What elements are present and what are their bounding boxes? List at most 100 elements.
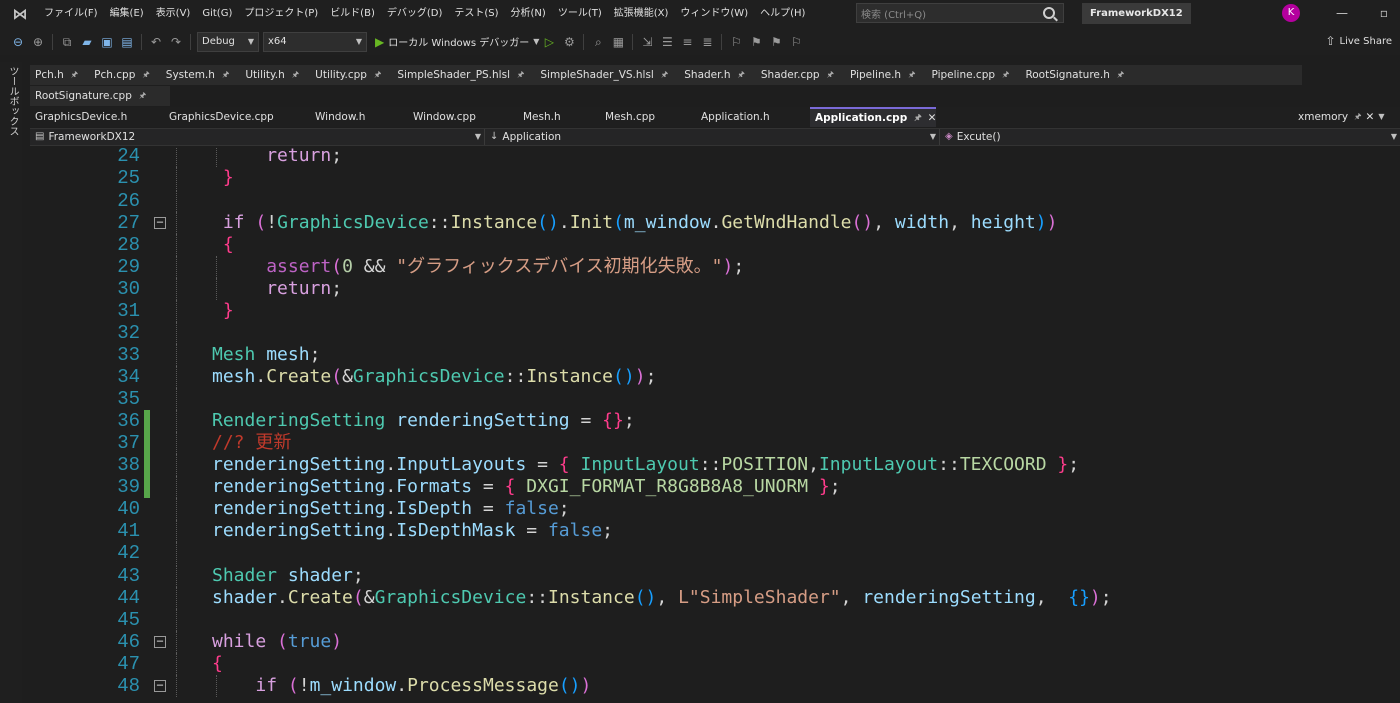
platform-select[interactable]: x64 ▼ — [263, 31, 367, 52]
collapse-icon[interactable]: − — [154, 635, 166, 648]
tab-mesh-cpp[interactable]: Mesh.cpp — [600, 107, 696, 127]
uncomment-icon[interactable]: ≣ — [699, 34, 715, 50]
tab-window-cpp[interactable]: Window.cpp — [408, 107, 518, 127]
menu-edit[interactable]: 編集(E) — [104, 0, 150, 28]
pin-icon[interactable]: 🖈 — [142, 65, 149, 85]
menu-help[interactable]: ヘルプ(H) — [754, 0, 811, 28]
visual-studio-logo-icon[interactable]: ⋈ — [8, 4, 32, 24]
chevron-down-icon[interactable]: ▼ — [1378, 107, 1384, 127]
menu-build[interactable]: ビルド(B) — [324, 0, 381, 28]
window-layout-icon[interactable]: ▦ — [610, 34, 626, 50]
pin-icon[interactable]: 🖈 — [1354, 107, 1361, 127]
pin-icon[interactable]: 🖈 — [827, 65, 834, 85]
pin-icon[interactable]: 🖈 — [517, 65, 524, 85]
indent-guide — [176, 587, 177, 609]
menu-project[interactable]: プロジェクト(P) — [238, 0, 324, 28]
tab-utility-h[interactable]: Utility.h 🖈 — [240, 65, 310, 85]
tab-label: Window.cpp — [413, 111, 476, 123]
indent-guide — [176, 234, 177, 256]
tab-pipeline-cpp[interactable]: Pipeline.cpp 🖈 — [926, 65, 1020, 85]
tab-xmemory[interactable]: xmemory 🖈 ✕ ▼ — [1294, 107, 1384, 127]
menu-tools[interactable]: ツール(T) — [552, 0, 608, 28]
pin-icon[interactable]: 🖈 — [71, 65, 78, 85]
tab-graphicsdevice-cpp[interactable]: GraphicsDevice.cpp — [164, 107, 310, 127]
tab-pch-h[interactable]: Pch.h 🖈 — [30, 65, 89, 85]
step-icon[interactable]: ⇲ — [639, 34, 655, 50]
tab-application-h[interactable]: Application.h — [696, 107, 810, 127]
menu-debug[interactable]: デバッグ(D) — [381, 0, 449, 28]
tab-simpleshader-vs[interactable]: SimpleShader_VS.hlsl 🖈 — [535, 65, 679, 85]
close-icon[interactable]: ✕ — [928, 108, 937, 128]
menu-test[interactable]: テスト(S) — [448, 0, 504, 28]
toolbar-divider — [721, 33, 723, 50]
toolbox-tab[interactable]: ツールボックス — [5, 66, 20, 136]
tab-pch-cpp[interactable]: Pch.cpp 🖈 — [89, 65, 161, 85]
collapse-icon[interactable]: − — [154, 679, 166, 692]
hot-reload-icon[interactable]: ⚙ — [561, 34, 577, 50]
tab-rootsignature-cpp[interactable]: RootSignature.cpp 🖈 — [30, 86, 157, 106]
new-item-icon[interactable]: ⧉ — [59, 34, 75, 50]
project-dropdown[interactable]: ▤ FrameworkDX12 ▼ — [30, 129, 485, 145]
search-input[interactable]: 検索 (Ctrl+Q) — [856, 3, 1064, 23]
menu-view[interactable]: 表示(V) — [150, 0, 197, 28]
pin-icon[interactable]: 🖈 — [374, 65, 381, 85]
tab-system-h[interactable]: System.h 🖈 — [161, 65, 241, 85]
pin-icon[interactable]: 🖈 — [1117, 65, 1124, 85]
menu-analyze[interactable]: 分析(N) — [505, 0, 552, 28]
configuration-select[interactable]: Debug ▼ — [197, 31, 259, 52]
member-dropdown[interactable]: ◈ Excute() ▼ — [940, 129, 1400, 145]
scope-dropdown[interactable]: ↓ Application ▼ — [485, 129, 940, 145]
tab-shader-h[interactable]: Shader.h 🖈 — [679, 65, 756, 85]
tab-pipeline-h[interactable]: Pipeline.h 🖈 — [845, 65, 927, 85]
chevron-down-icon[interactable]: ▼ — [533, 37, 539, 46]
menu-git[interactable]: Git(G) — [196, 0, 238, 28]
tab-rootsignature-h[interactable]: RootSignature.h 🖈 — [1020, 65, 1135, 85]
menu-file[interactable]: ファイル(F) — [38, 0, 104, 28]
undo-icon[interactable]: ↶ — [148, 34, 164, 50]
pin-icon[interactable]: 🖈 — [222, 65, 229, 85]
save-icon[interactable]: ▣ — [99, 34, 115, 50]
back-icon[interactable]: ⊖ — [10, 34, 26, 50]
start-without-debugging-icon[interactable]: ▷ — [541, 34, 557, 50]
collapse-icon[interactable]: − — [154, 216, 166, 229]
pin-icon[interactable]: 🖈 — [292, 65, 299, 85]
tab-graphicsdevice-h[interactable]: GraphicsDevice.h — [30, 107, 164, 127]
pin-icon[interactable]: 🖈 — [661, 65, 668, 85]
prev-bookmark-icon[interactable]: ⚑ — [748, 34, 764, 50]
indent-guide — [176, 565, 177, 587]
menu-window[interactable]: ウィンドウ(W) — [674, 0, 754, 28]
pin-icon[interactable]: 🖈 — [139, 86, 146, 106]
redo-icon[interactable]: ↷ — [168, 34, 184, 50]
next-bookmark-icon[interactable]: ⚑ — [768, 34, 784, 50]
save-all-icon[interactable]: ▤ — [119, 34, 135, 50]
tab-label: Pipeline.h — [849, 69, 902, 81]
pin-icon[interactable]: 🖈 — [914, 108, 921, 128]
tab-label: Utility.h — [245, 69, 285, 81]
live-share-button[interactable]: ⇧ Live Share — [1325, 34, 1392, 48]
tab-mesh-h[interactable]: Mesh.h — [518, 107, 600, 127]
tab-simpleshader-ps[interactable]: SimpleShader_PS.hlsl 🖈 — [392, 65, 535, 85]
comment-out-icon[interactable]: ≡ — [679, 34, 695, 50]
close-icon[interactable]: ✕ — [1366, 107, 1375, 127]
menu-extensions[interactable]: 拡張機能(X) — [608, 0, 675, 28]
tab-utility-cpp[interactable]: Utility.cpp 🖈 — [310, 65, 392, 85]
code-editor[interactable]: 24 return; 25 } 26 27 − if (!GraphicsDevi… — [30, 147, 1400, 703]
tab-window-h[interactable]: Window.h — [310, 107, 408, 127]
pin-icon[interactable]: 🖈 — [908, 65, 915, 85]
indent-guide — [176, 167, 177, 189]
clear-bookmarks-icon[interactable]: ⚐ — [788, 34, 804, 50]
bookmark-icon[interactable]: ⚐ — [728, 34, 744, 50]
tab-application-cpp[interactable]: Application.cpp 🖈 ✕ — [810, 107, 936, 127]
pin-icon[interactable]: 🖈 — [737, 65, 744, 85]
indent-guide — [176, 432, 177, 454]
open-folder-icon[interactable]: ▰ — [79, 34, 95, 50]
find-in-files-icon[interactable]: ⌕ — [590, 34, 606, 50]
avatar[interactable]: K — [1282, 4, 1300, 22]
minimize-icon[interactable]: — — [1330, 2, 1354, 24]
pin-icon[interactable]: 🖈 — [1002, 65, 1009, 85]
start-debugging-button[interactable]: ▶ ローカル Windows デバッガー ▼ — [375, 34, 539, 50]
list-icon[interactable]: ☰ — [659, 34, 675, 50]
forward-icon[interactable]: ⊕ — [30, 34, 46, 50]
tab-shader-cpp[interactable]: Shader.cpp 🖈 — [756, 65, 845, 85]
maximize-icon[interactable]: ▫ — [1372, 2, 1396, 24]
